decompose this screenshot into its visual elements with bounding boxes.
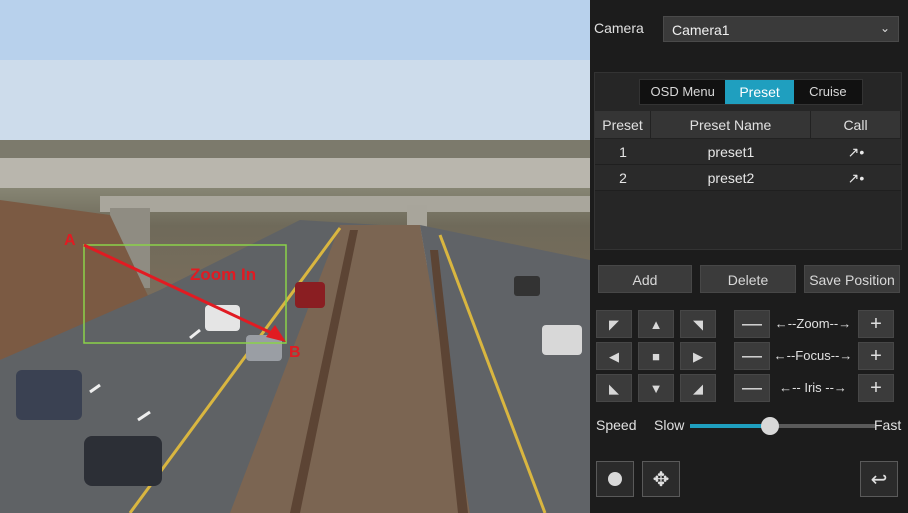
preset-number: 1 (619, 144, 627, 160)
move-arrows-icon: ✥ (652, 468, 670, 491)
video-scene (0, 0, 590, 513)
chevron-down-icon: ⌄ (879, 21, 890, 35)
focus-label: ←--Focus--→ (773, 348, 853, 363)
delete-button[interactable]: Delete (700, 265, 796, 293)
camera-label: Camera (594, 20, 644, 36)
column-header-preset-name: Preset Name (651, 111, 811, 138)
zoom-label: ←--Zoom--→ (774, 316, 852, 331)
camera-select-value: Camera1 (672, 22, 730, 38)
pan-up-icon[interactable]: ▲ (638, 310, 674, 338)
table-row[interactable]: 2 preset2 ↗• (595, 165, 901, 191)
return-icon: ↩ (870, 468, 888, 491)
pan-down-left-icon[interactable]: ◣ (596, 374, 632, 402)
call-arrow-icon[interactable]: ↗• (848, 170, 865, 186)
speed-slider-fill (690, 424, 770, 428)
focus-far-button[interactable]: + (858, 342, 894, 370)
speed-label: Speed (596, 417, 637, 433)
move-button[interactable]: ✥ (642, 461, 680, 497)
live-video-view[interactable]: Zoom In A B (0, 0, 590, 513)
focus-near-button[interactable]: — (734, 342, 770, 370)
pan-up-right-icon[interactable]: ◥ (680, 310, 716, 338)
tab-preset[interactable]: Preset (725, 80, 794, 104)
save-position-button[interactable]: Save Position (804, 265, 900, 293)
preset-section: OSD Menu Preset Cruise Preset Preset Nam… (594, 72, 902, 250)
back-button[interactable]: ↩ (860, 461, 898, 497)
camera-select[interactable]: Camera1 ⌄ (663, 16, 899, 42)
pan-down-icon[interactable]: ▼ (638, 374, 674, 402)
preset-name: preset2 (707, 170, 755, 186)
ptz-control-panel: Camera Camera1 ⌄ OSD Menu Preset Cruise … (590, 0, 908, 513)
table-row[interactable]: 1 preset1 ↗• (595, 139, 901, 165)
stop-icon[interactable]: ■ (638, 342, 674, 370)
add-button[interactable]: Add (598, 265, 692, 293)
iris-open-button[interactable]: + (858, 374, 894, 402)
point-b-label: B (289, 344, 301, 361)
record-icon (608, 472, 622, 486)
column-header-preset: Preset (595, 111, 651, 138)
speed-slider[interactable] (690, 417, 876, 435)
preset-table: Preset Preset Name Call 1 preset1 ↗• 2 p… (595, 111, 901, 191)
tab-cruise[interactable]: Cruise (794, 80, 862, 104)
point-a-label: A (64, 232, 76, 249)
table-header: Preset Preset Name Call (595, 111, 901, 139)
zoom-out-button[interactable]: — (734, 310, 770, 338)
preset-name: preset1 (707, 144, 755, 160)
speed-slider-thumb[interactable] (760, 417, 779, 435)
ptz-controls: ◤ ▲ ◥ ◀ ■ ▶ ◣ ▼ ◢ — ←--Zoom--→ + — ←--Fo… (596, 310, 896, 402)
call-arrow-icon[interactable]: ↗• (848, 144, 865, 160)
pan-down-right-icon[interactable]: ◢ (680, 374, 716, 402)
pan-right-icon[interactable]: ▶ (680, 342, 716, 370)
iris-label: ←-- Iris --→ (779, 380, 847, 395)
record-button[interactable] (596, 461, 634, 497)
speed-slow-label: Slow (654, 417, 685, 433)
zoom-in-button[interactable]: + (858, 310, 894, 338)
column-header-call: Call (811, 111, 901, 138)
pan-up-left-icon[interactable]: ◤ (596, 310, 632, 338)
zoom-in-annotation: Zoom In (190, 265, 257, 284)
preset-number: 2 (619, 170, 627, 186)
speed-row: Speed Slow Fast (596, 414, 902, 436)
camera-row: Camera Camera1 ⌄ (590, 14, 908, 42)
tab-bar: OSD Menu Preset Cruise (639, 79, 863, 105)
tab-osd-menu[interactable]: OSD Menu (640, 80, 725, 104)
iris-close-button[interactable]: — (734, 374, 770, 402)
speed-fast-label: Fast (874, 417, 902, 433)
pan-left-icon[interactable]: ◀ (596, 342, 632, 370)
